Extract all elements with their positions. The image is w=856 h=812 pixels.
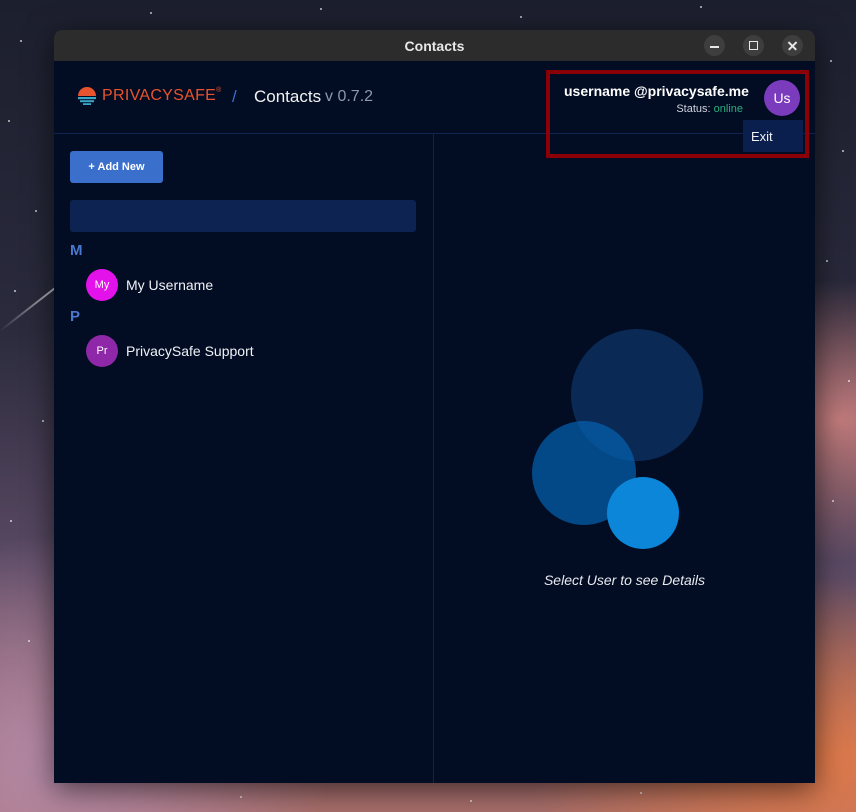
page-title: Contacts [254, 87, 322, 106]
group-letter-m: M [70, 242, 83, 259]
privacysafe-logo[interactable]: PRIVACYSAFE® [77, 86, 222, 106]
brand-name: PRIVACYSAFE® [102, 87, 222, 105]
breadcrumb-separator: / [232, 87, 237, 106]
status-value: online [713, 103, 743, 115]
contact-details-pane: Select User to see Details [434, 134, 815, 783]
list-item-contact[interactable]: My My Username [86, 269, 213, 301]
window-title: Contacts [404, 37, 465, 54]
window-controls [704, 35, 803, 56]
contacts-list-pane: + Add New M My My Username P Pr PrivacyS… [54, 134, 434, 783]
group-letter-p: P [70, 308, 81, 325]
close-icon[interactable] [782, 35, 803, 56]
privacysafe-logo-icon [78, 87, 96, 105]
add-new-button[interactable]: + Add New [70, 151, 163, 183]
window-titlebar[interactable]: Contacts [54, 30, 815, 61]
user-name: username @privacysafe.me [564, 83, 749, 99]
app-version: v 0.7.2 [325, 88, 374, 105]
search-input[interactable] [70, 200, 416, 232]
brand-registered-mark: ® [216, 87, 222, 94]
contact-name: PrivacySafe Support [126, 343, 254, 359]
avatar: Pr [86, 335, 118, 367]
empty-state-message: Select User to see Details [543, 572, 706, 588]
user-avatar-button[interactable]: Us [764, 80, 800, 116]
contact-name: My Username [126, 277, 214, 293]
minimize-icon[interactable] [704, 35, 725, 56]
maximize-icon[interactable] [743, 35, 764, 56]
status-label: Status: [676, 103, 711, 115]
user-status: Status: online [676, 103, 743, 115]
brand-text: PRIVACYSAFE [102, 87, 217, 104]
placeholder-bubble-small [607, 477, 679, 549]
list-item-contact[interactable]: Pr PrivacySafe Support [86, 335, 254, 367]
avatar: My [86, 269, 118, 301]
contacts-window: Contacts PRIVACYSAFE® / Contacts v 0.7.2… [54, 30, 815, 783]
